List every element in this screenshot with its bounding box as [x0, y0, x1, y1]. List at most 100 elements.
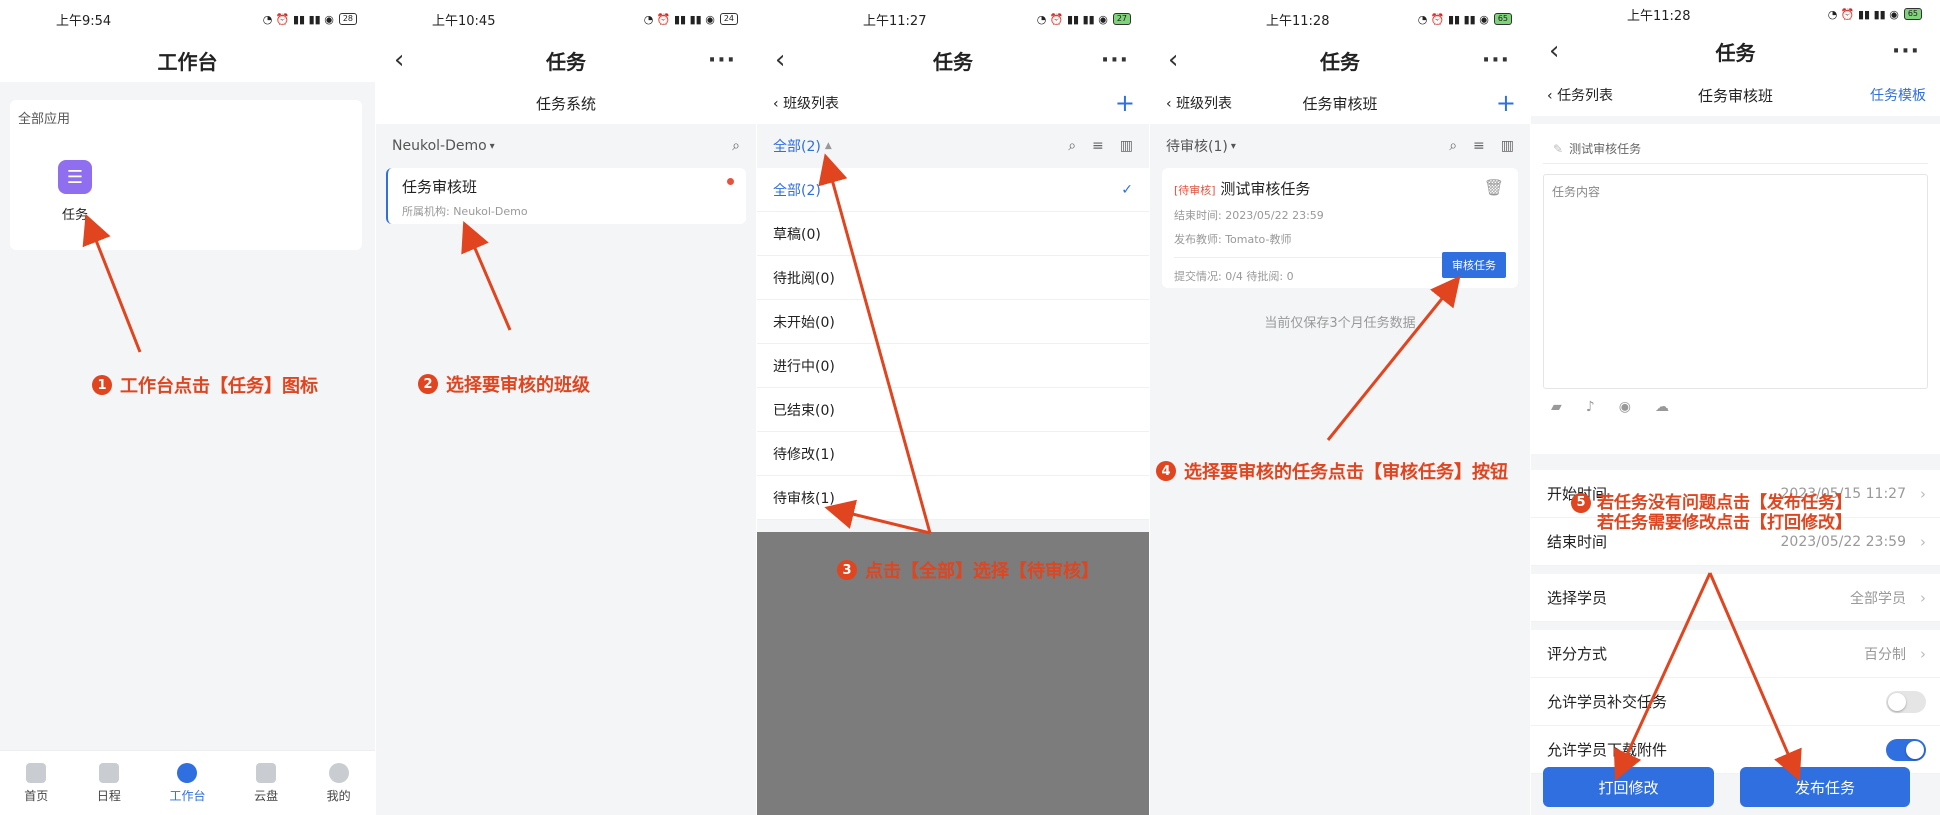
nav-bar: ‹ 任务 ··· [376, 38, 756, 82]
task-content-field[interactable]: 任务内容 [1543, 174, 1928, 389]
search-icon[interactable]: ⌕ [1068, 138, 1076, 154]
more-icon[interactable]: ··· [708, 48, 736, 73]
trash-icon[interactable]: 🗑 [1484, 178, 1504, 197]
sort-icon[interactable]: ≡ [1092, 138, 1104, 154]
tab-label: 云盘 [254, 788, 279, 803]
annotation-4: 4 选择要审核的任务点击【审核任务】按钮 [1156, 458, 1508, 484]
filter-label: 全部(2) [773, 139, 821, 155]
task-name-field[interactable]: ✎ 测试审核任务 [1543, 134, 1928, 164]
caret-down-icon: ▾ [1230, 140, 1236, 152]
status-icons: ◔ ⏰ ▮▮ ▮▮ ◉ 28 [263, 13, 357, 26]
unread-dot [727, 178, 734, 185]
status-filter[interactable]: 待审核(1) ▾ ⌕ ≡ ▥ [1150, 124, 1530, 168]
option-label: 全部(2) [773, 182, 821, 199]
org-filter[interactable]: Neukol-Demo ▾ ⌕ [376, 124, 756, 168]
back-to-class-list[interactable]: ‹ 班级列表 [1166, 93, 1232, 113]
back-to-task-list[interactable]: ‹ 任务列表 [1547, 85, 1613, 105]
status-time: 上午11:27 [863, 13, 927, 29]
tab-mine[interactable]: 我的 [327, 762, 351, 804]
annotation-3: 3 点击【全部】选择【待审核】 [837, 557, 1099, 583]
search-icon[interactable]: ⌕ [732, 138, 740, 154]
tab-label: 日程 [96, 788, 121, 803]
row-label: 结束时间 [1547, 533, 1608, 551]
cloud-icon[interactable]: ☁ [1655, 399, 1669, 415]
screen-filter: 上午11:27 ◔ ⏰ ▮▮ ▮▮ ◉ 27 ‹ 任务 ··· ‹ 班级列表 +… [757, 0, 1149, 815]
option-draft[interactable]: 草稿(0) [757, 212, 1149, 256]
row-label: 允许学员下载附件 [1547, 741, 1668, 759]
mic-icon[interactable]: ♪ [1586, 399, 1595, 415]
row-value: 全部学员 [1850, 590, 1906, 607]
app-label: 任务 [61, 208, 88, 223]
screen-task-review: 上午11:28 ◔ ⏰ ▮▮ ▮▮ ◉ 65 ‹ 任务 ··· ‹ 任务列表 任… [1531, 0, 1940, 815]
back-icon[interactable]: ‹ [1168, 45, 1178, 75]
sort-icon[interactable]: ≡ [1473, 138, 1485, 154]
nav-bar: ‹ 任务 ··· [1531, 28, 1940, 74]
annotation-text: 工作台点击【任务】图标 [120, 376, 318, 397]
row-value: 百分制 [1864, 646, 1906, 663]
chevron-right-icon: › [1920, 532, 1926, 551]
grading-row[interactable]: 评分方式 百分制 › [1531, 630, 1940, 678]
option-label: 草稿(0) [773, 226, 821, 243]
status-filter[interactable]: 全部(2) ▲ ⌕ ≡ ▥ [757, 124, 1149, 168]
chart-icon[interactable]: ▥ [1120, 138, 1133, 154]
more-icon[interactable]: ··· [1101, 48, 1129, 73]
add-icon[interactable]: + [1115, 89, 1135, 117]
section-title: 全部应用 [18, 112, 71, 127]
class-card[interactable]: 任务审核班 所属机构: Neukol-Demo [386, 168, 746, 224]
task-title: 测试审核任务 [1220, 180, 1311, 198]
sub-header: ‹ 班级列表 任务审核班 + [1150, 82, 1530, 124]
status-icons: ◔ ⏰ ▮▮ ▮▮ ◉ 65 [1418, 13, 1512, 26]
status-icons: ◔ ⏰ ▮▮ ▮▮ ◉ 24 [644, 13, 738, 26]
allow-late-toggle[interactable] [1886, 690, 1926, 713]
step-number: 4 [1156, 461, 1176, 481]
camera-icon[interactable]: ◉ [1619, 399, 1631, 415]
option-not-started[interactable]: 未开始(0) [757, 300, 1149, 344]
class-org: 所属机构: Neukol-Demo [402, 205, 528, 218]
option-to-modify[interactable]: 待修改(1) [757, 432, 1149, 476]
option-to-review[interactable]: 待审核(1) [757, 476, 1149, 520]
page-title: 任务 [1715, 40, 1756, 65]
screen-task-list: 上午11:28 ◔ ⏰ ▮▮ ▮▮ ◉ 65 ‹ 任务 ··· ‹ 班级列表 任… [1150, 0, 1530, 815]
tab-schedule[interactable]: 日程 [96, 762, 121, 804]
teacher: 发布教师: Tomato-教师 [1174, 233, 1292, 246]
option-label: 未开始(0) [773, 314, 835, 331]
row-label: 评分方式 [1547, 645, 1608, 663]
caret-down-icon: ▾ [489, 140, 495, 152]
back-icon[interactable]: ‹ [775, 45, 785, 75]
option-to-grade[interactable]: 待批阅(0) [757, 256, 1149, 300]
back-label: 班级列表 [783, 96, 840, 112]
more-icon[interactable]: ··· [1482, 48, 1510, 73]
class-name: 任务审核班 [402, 178, 478, 196]
search-icon[interactable]: ⌕ [1449, 138, 1457, 154]
option-ended[interactable]: 已结束(0) [757, 388, 1149, 432]
students-row[interactable]: 选择学员 全部学员 › [1531, 574, 1940, 622]
chevron-right-icon: › [1920, 484, 1926, 503]
nav-bar: 工作台 [0, 38, 375, 82]
back-to-class-list[interactable]: ‹ 班级列表 [773, 93, 839, 113]
org-filter-label: Neukol-Demo [392, 138, 487, 154]
add-icon[interactable]: + [1496, 89, 1516, 117]
task-card[interactable]: [待审核] 测试审核任务 🗑 结束时间: 2023/05/22 23:59 发布… [1162, 168, 1518, 288]
page-title: 任务 [933, 49, 973, 74]
tab-cloud[interactable]: 云盘 [254, 762, 279, 804]
toggle-knob [1888, 692, 1906, 711]
chart-icon[interactable]: ▥ [1501, 138, 1514, 154]
option-all[interactable]: 全部(2) ✓ [757, 168, 1149, 212]
row-label: 选择学员 [1547, 589, 1608, 607]
app-task[interactable]: ☰ 任务 [58, 160, 92, 223]
task-template-link[interactable]: 任务模板 [1870, 85, 1926, 105]
battery-icon: 24 [719, 13, 738, 25]
allow-download-toggle[interactable] [1886, 738, 1926, 761]
publish-button[interactable]: 发布任务 [1740, 767, 1910, 807]
folder-icon[interactable]: ▰ [1551, 399, 1562, 415]
annotation-text: 点击【全部】选择【待审核】 [865, 561, 1099, 582]
back-icon[interactable]: ‹ [1549, 36, 1559, 66]
tab-home[interactable]: 首页 [24, 762, 48, 804]
tab-workbench[interactable]: 工作台 [169, 762, 205, 804]
reject-button[interactable]: 打回修改 [1543, 767, 1714, 807]
review-task-button[interactable]: 审核任务 [1442, 252, 1506, 278]
option-in-progress[interactable]: 进行中(0) [757, 344, 1149, 388]
more-icon[interactable]: ··· [1892, 39, 1920, 64]
page-title: 任务 [546, 49, 586, 74]
back-icon[interactable]: ‹ [394, 45, 404, 75]
